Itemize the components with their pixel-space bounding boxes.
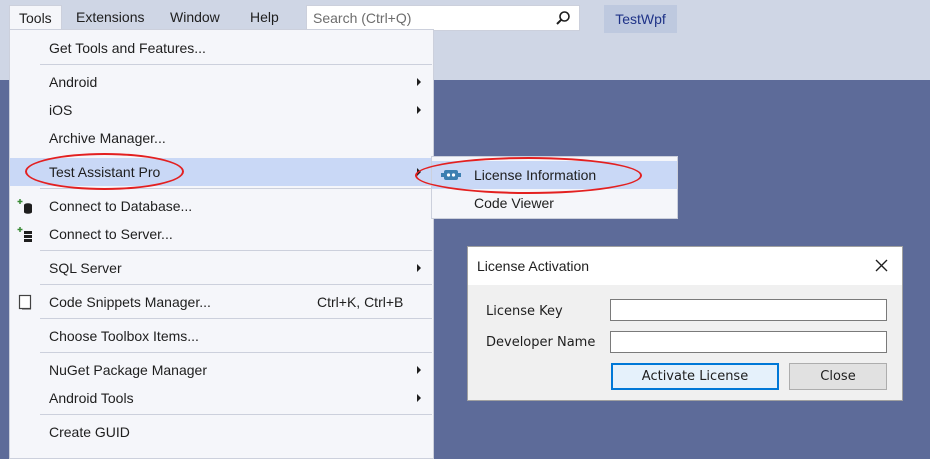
database-icon [17,199,32,214]
menu-item-code-snippets-manager[interactable]: Code Snippets Manager... Ctrl+K, Ctrl+B [10,288,433,316]
submenu-arrow-icon [417,394,421,402]
menu-item-archive-manager[interactable]: Archive Manager... [10,124,433,152]
menu-item-nuget-package-manager[interactable]: NuGet Package Manager [10,356,433,384]
close-icon[interactable] [875,259,888,272]
menu-item-choose-toolbox-items[interactable]: Choose Toolbox Items... [10,322,433,350]
menu-help[interactable]: Help [241,5,288,29]
search-icon[interactable] [555,10,571,26]
search-input[interactable]: Search (Ctrl+Q) [306,5,580,31]
submenu-arrow-icon [417,264,421,272]
submenu-arrow-icon [417,106,421,114]
menu-item-label: Choose Toolbox Items... [49,328,199,344]
menu-item-label: SQL Server [49,260,122,276]
submenu-arrow-icon [417,78,421,86]
menu-item-label: Android Tools [49,390,134,406]
menu-item-label: Android [49,74,98,90]
menu-separator [40,414,432,415]
menu-item-label: Connect to Database... [49,198,193,214]
submenu-arrow-icon [417,366,421,374]
server-icon [17,227,32,242]
menu-item-connect-database[interactable]: Connect to Database... [10,192,433,220]
menu-item-android[interactable]: Android [10,68,433,96]
developer-name-input[interactable] [610,331,887,353]
tools-menu: Get Tools and Features... Android iOS Ar… [9,29,434,459]
menu-separator [40,284,432,285]
menu-separator [40,352,432,353]
license-key-label: License Key [486,304,563,319]
menu-item-label: NuGet Package Manager [49,362,207,378]
menu-item-label: Connect to Server... [49,226,173,242]
menu-extensions[interactable]: Extensions [67,5,153,29]
annotation-ellipse [25,153,184,190]
menu-item-sql-server[interactable]: SQL Server [10,254,433,282]
menu-item-label: iOS [49,102,73,118]
menu-item-ios[interactable]: iOS [10,96,433,124]
developer-name-label: Developer Name [486,335,596,350]
activate-license-button[interactable]: Activate License [611,363,779,390]
menu-item-label: Create GUID [49,424,130,440]
menu-item-create-guid[interactable]: Create GUID [10,418,433,446]
menu-item-get-tools[interactable]: Get Tools and Features... [10,34,433,62]
menu-item-label: Get Tools and Features... [49,40,206,56]
code-snippets-icon [18,294,32,310]
dialog-title: License Activation [477,258,590,274]
menu-item-label: Code Snippets Manager... [49,294,211,310]
license-key-input[interactable] [610,299,887,321]
menu-window[interactable]: Window [161,5,229,29]
menu-separator [40,250,432,251]
menu-item-android-tools[interactable]: Android Tools [10,384,433,412]
menu-item-connect-server[interactable]: Connect to Server... [10,220,433,248]
menu-item-shortcut: Ctrl+K, Ctrl+B [317,294,404,310]
close-button[interactable]: Close [789,363,887,390]
menu-separator [40,318,432,319]
menu-tools[interactable]: Tools [9,5,62,31]
menu-separator [40,64,432,65]
dialog-title-bar: License Activation [468,247,902,285]
search-placeholder: Search (Ctrl+Q) [313,10,412,26]
project-name-badge: TestWpf [604,5,677,33]
menu-item-label: Archive Manager... [49,130,166,146]
annotation-ellipse [415,157,642,194]
license-activation-dialog: License Activation License Key Developer… [467,246,903,401]
